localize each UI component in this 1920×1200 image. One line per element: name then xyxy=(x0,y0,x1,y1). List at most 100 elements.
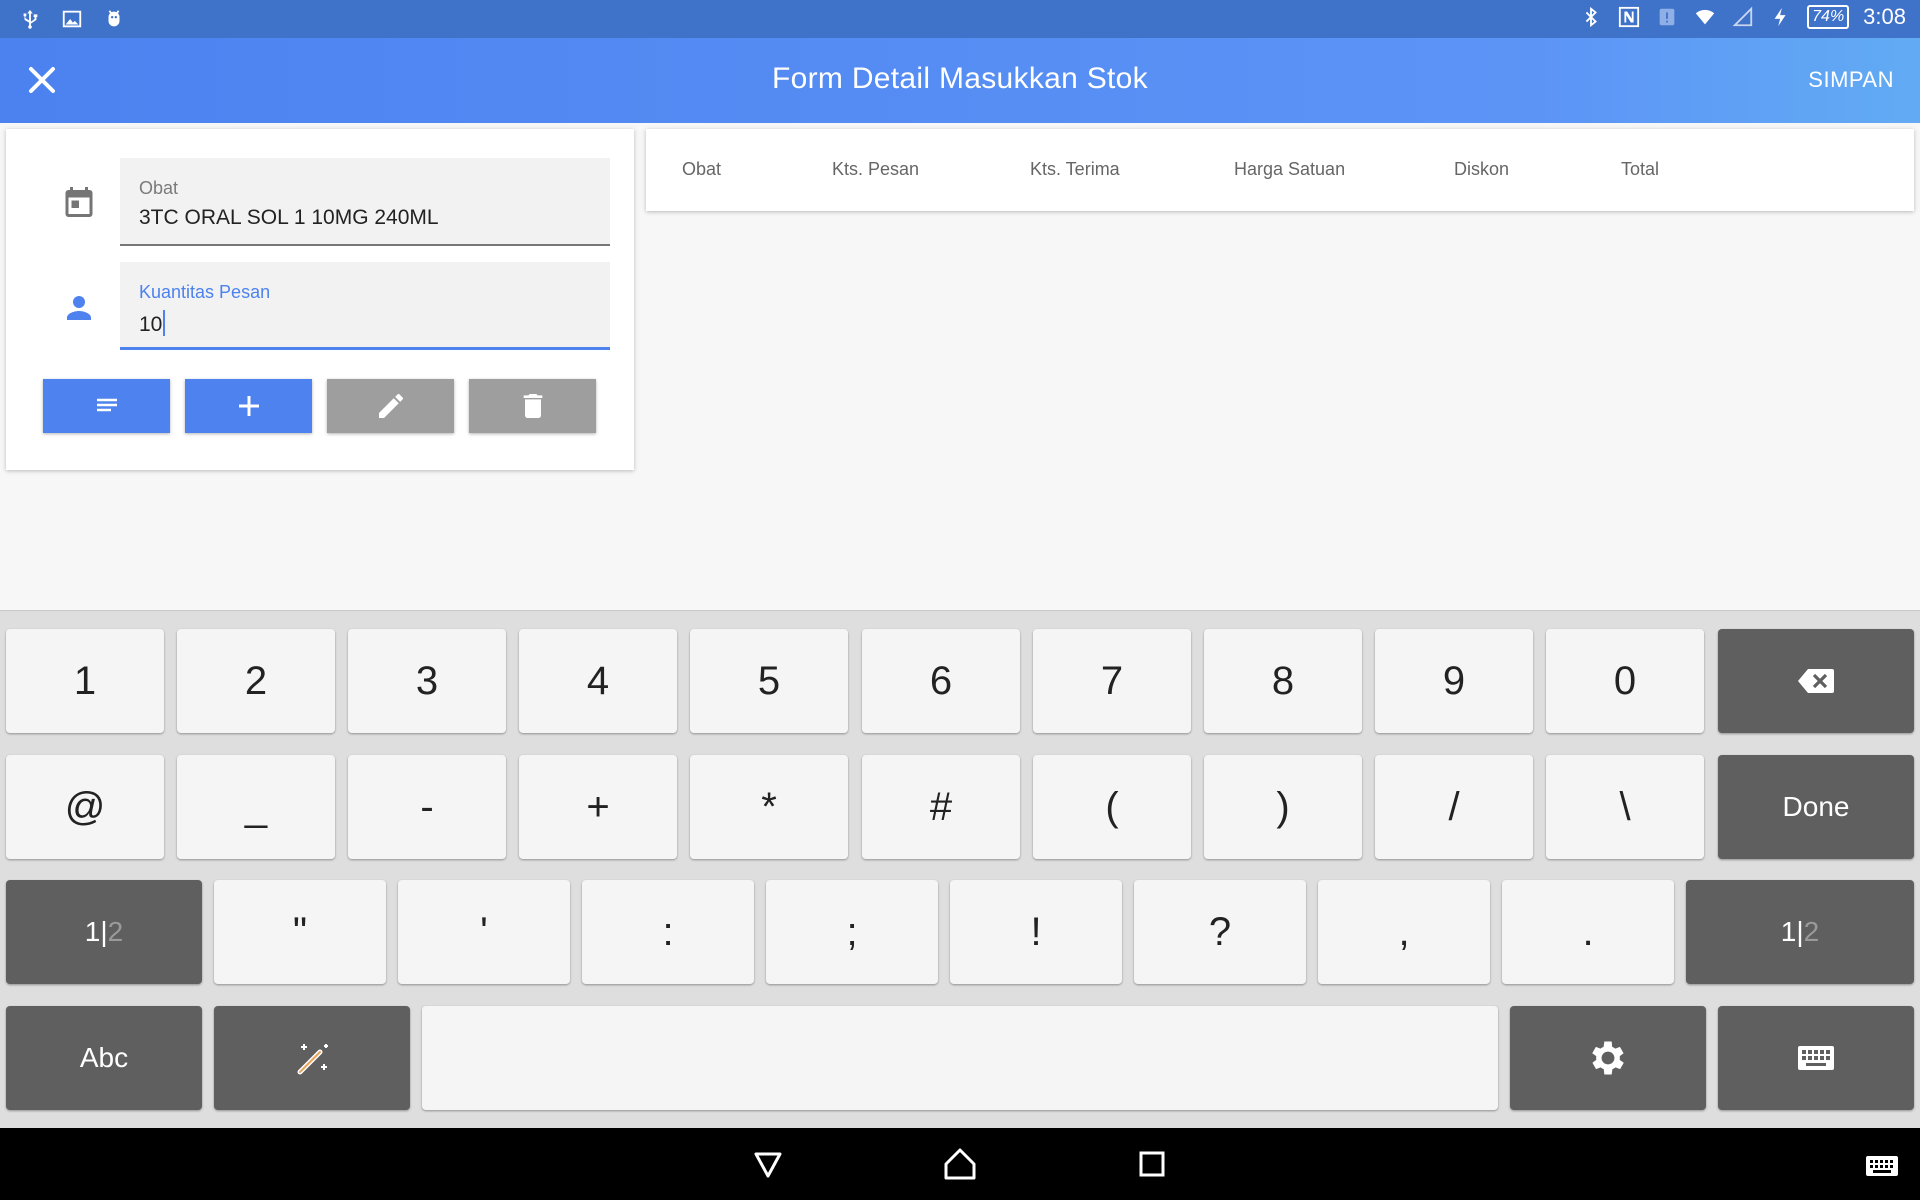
key-close-paren[interactable]: ) xyxy=(1204,755,1362,859)
settings-key[interactable] xyxy=(1510,1006,1706,1110)
column-total[interactable]: Total xyxy=(1621,159,1659,180)
kuantitas-pesan-label: Kuantitas Pesan xyxy=(139,282,271,302)
key-asterisk[interactable]: * xyxy=(690,755,848,859)
stock-table: Obat Kts. Pesan Kts. Terima Harga Satuan… xyxy=(646,129,1914,211)
list-icon xyxy=(96,398,117,412)
page-current: 1 xyxy=(84,916,101,947)
key-double-quote[interactable]: " xyxy=(214,880,386,984)
save-button[interactable]: SIMPAN xyxy=(1808,67,1894,93)
settings-icon xyxy=(1592,1041,1624,1075)
key-underscore[interactable]: _ xyxy=(177,755,335,859)
list-button[interactable] xyxy=(43,379,170,433)
key-2[interactable]: 2 xyxy=(177,629,335,733)
key-colon[interactable]: : xyxy=(582,880,754,984)
kuantitas-pesan-value: 10 xyxy=(139,313,163,336)
key-exclamation[interactable]: ! xyxy=(950,880,1122,984)
page-other: 2 xyxy=(107,916,124,947)
charging-icon xyxy=(1769,5,1793,29)
page-other: 2 xyxy=(1803,916,1820,947)
keyboard-icon xyxy=(1798,1046,1834,1070)
add-button[interactable] xyxy=(185,379,312,433)
back-icon xyxy=(754,1152,782,1178)
key-7[interactable]: 7 xyxy=(1033,629,1191,733)
page-switch-key-left[interactable]: 1 | 2 xyxy=(6,880,202,984)
key-0[interactable]: 0 xyxy=(1546,629,1704,733)
recents-button[interactable] xyxy=(1132,1146,1172,1182)
page-title: Form Detail Masukkan Stok xyxy=(772,62,1148,95)
obat-row: Obat 3TC ORAL SOL 1 10MG 240ML xyxy=(6,158,634,250)
kuantitas-row: Kuantitas Pesan 10 xyxy=(6,262,634,354)
backspace-icon xyxy=(1798,669,1834,693)
key-9[interactable]: 9 xyxy=(1375,629,1533,733)
action-buttons xyxy=(43,379,596,433)
key-at[interactable]: @ xyxy=(6,755,164,859)
key-comma[interactable]: , xyxy=(1318,880,1490,984)
signal-icon xyxy=(1731,5,1755,29)
key-5[interactable]: 5 xyxy=(690,629,848,733)
kuantitas-pesan-input[interactable]: 10 xyxy=(139,310,166,337)
space-key[interactable] xyxy=(422,1006,1498,1110)
calendar-icon xyxy=(61,184,97,220)
column-kts-pesan[interactable]: Kts. Pesan xyxy=(832,159,919,180)
backspace-key[interactable] xyxy=(1718,629,1914,733)
back-button[interactable] xyxy=(748,1146,788,1182)
kuantitas-pesan-field[interactable]: Kuantitas Pesan 10 xyxy=(120,262,610,350)
image-icon xyxy=(60,7,84,31)
page-current: 1 xyxy=(1780,916,1797,947)
home-button[interactable] xyxy=(940,1146,980,1182)
key-8[interactable]: 8 xyxy=(1204,629,1362,733)
obat-label: Obat xyxy=(139,178,179,198)
key-3[interactable]: 3 xyxy=(348,629,506,733)
key-minus[interactable]: - xyxy=(348,755,506,859)
battery-percent: 74% xyxy=(1812,8,1845,25)
nfc-icon xyxy=(1617,5,1641,29)
text-caret xyxy=(163,310,166,336)
abc-key[interactable]: Abc xyxy=(6,1006,202,1110)
key-slash[interactable]: / xyxy=(1375,755,1533,859)
edit-button[interactable] xyxy=(327,379,454,433)
alert-icon xyxy=(1655,5,1679,29)
key-1[interactable]: 1 xyxy=(6,629,164,733)
form-card: Obat 3TC ORAL SOL 1 10MG 240ML Kuantitas… xyxy=(6,129,634,470)
magic-wand-key[interactable] xyxy=(214,1006,410,1110)
keyboard-switch-icon xyxy=(1866,1156,1898,1176)
status-bar: 74% 3:08 xyxy=(0,0,1920,38)
key-question[interactable]: ? xyxy=(1134,880,1306,984)
key-plus[interactable]: + xyxy=(519,755,677,859)
home-icon xyxy=(944,1148,976,1180)
bluetooth-icon xyxy=(1579,5,1603,29)
navigation-bar xyxy=(0,1128,1920,1200)
done-key[interactable]: Done xyxy=(1718,755,1914,859)
page-switch-key-right[interactable]: 1 | 2 xyxy=(1686,880,1914,984)
battery-icon: 74% xyxy=(1807,5,1850,29)
wifi-icon xyxy=(1693,5,1717,29)
obat-value: 3TC ORAL SOL 1 10MG 240ML xyxy=(139,206,439,229)
obat-field[interactable]: Obat 3TC ORAL SOL 1 10MG 240ML xyxy=(120,158,610,246)
keyboard-switch-button[interactable] xyxy=(1862,1148,1902,1184)
usb-icon xyxy=(18,7,42,31)
key-single-quote[interactable]: ' xyxy=(398,880,570,984)
on-screen-keyboard: 1 2 3 4 5 6 7 8 9 0 @ _ - + * # ( ) / \ … xyxy=(0,610,1920,1129)
android-icon xyxy=(102,7,126,31)
key-open-paren[interactable]: ( xyxy=(1033,755,1191,859)
key-4[interactable]: 4 xyxy=(519,629,677,733)
person-icon xyxy=(61,290,97,326)
recents-icon xyxy=(1139,1151,1165,1177)
key-semicolon[interactable]: ; xyxy=(766,880,938,984)
column-obat[interactable]: Obat xyxy=(682,159,721,180)
key-6[interactable]: 6 xyxy=(862,629,1020,733)
key-hash[interactable]: # xyxy=(862,755,1020,859)
key-backslash[interactable]: \ xyxy=(1546,755,1704,859)
column-harga-satuan[interactable]: Harga Satuan xyxy=(1234,159,1345,180)
app-bar: Form Detail Masukkan Stok SIMPAN xyxy=(0,38,1920,123)
column-kts-terima[interactable]: Kts. Terima xyxy=(1030,159,1120,180)
hide-keyboard-key[interactable] xyxy=(1718,1006,1914,1110)
delete-button[interactable] xyxy=(469,379,596,433)
column-diskon[interactable]: Diskon xyxy=(1454,159,1509,180)
key-period[interactable]: . xyxy=(1502,880,1674,984)
magic-wand-icon xyxy=(297,1044,328,1075)
clock: 3:08 xyxy=(1863,4,1906,29)
page-separator: | xyxy=(100,916,108,947)
pencil-icon xyxy=(378,393,403,418)
plus-icon xyxy=(238,396,259,416)
